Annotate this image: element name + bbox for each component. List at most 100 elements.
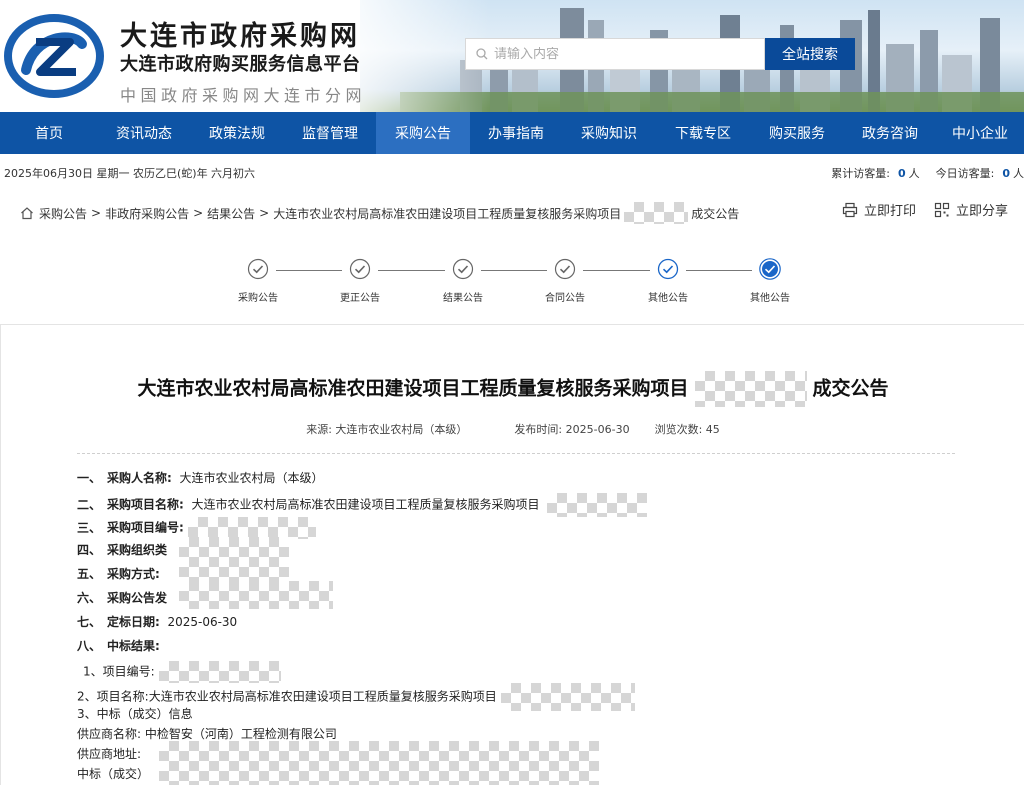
nav-item-8[interactable]: 购买服务: [750, 112, 844, 154]
views-value: 45: [705, 423, 720, 436]
breadcrumb-separator: >: [91, 206, 102, 220]
site-logo-icon: [4, 14, 104, 98]
step-current-check-icon: [759, 258, 781, 280]
today-visitors-unit: 人: [1013, 167, 1024, 180]
step-check-icon: [349, 258, 371, 280]
notice-progress-steps: 采购公告 更正公告 结果公告 合同公告 其他公告 其他公告: [0, 258, 1024, 314]
redacted-block: [158, 661, 281, 683]
date-bar: 2025年06月30日 星期一 农历乙巳(蛇)年 六月初六 累计访客量: 0 人今日…: [0, 162, 1024, 182]
step-check-icon: [554, 258, 576, 280]
breadcrumb-item-non-gov-notice[interactable]: 非政府采购公告: [105, 205, 189, 222]
nav-item-4[interactable]: 采购公告: [376, 112, 470, 154]
today-visitors-value: 0: [1002, 167, 1010, 180]
nav-item-10[interactable]: 中小企业: [936, 112, 1024, 154]
redacted-block: [624, 202, 689, 224]
section-project-code: 三、 采购项目编号:: [77, 517, 316, 539]
result-supplier-name: 供应商名称: 中检智安（河南）工程检测有限公司: [77, 727, 337, 741]
breadcrumb-bar: 采购公告 > 非政府采购公告 > 结果公告 > 大连市农业农村局高标准农田建设项…: [0, 198, 1024, 224]
step-label: 其他公告: [750, 293, 790, 304]
views-label: 浏览次数:: [654, 423, 703, 436]
visitor-counter: 累计访客量: 0 人今日访客量: 0 人: [831, 165, 1024, 181]
section-project-name: 二、 采购项目名称: 大连市农业农村局高标准农田建设项目工程质量复核服务采购项目: [77, 493, 648, 517]
breadcrumb: 采购公告 > 非政府采购公告 > 结果公告 > 大连市农业农村局高标准农田建设项…: [20, 202, 739, 224]
today-visitors-label: 今日访客量:: [935, 167, 995, 180]
nav-item-1[interactable]: 资讯动态: [98, 112, 190, 154]
result-project-code: 1、项目编号:: [83, 661, 281, 683]
nav-item-9[interactable]: 政务咨询: [844, 112, 936, 154]
breadcrumb-separator: >: [193, 206, 204, 220]
step-0[interactable]: 采购公告: [228, 258, 288, 304]
total-visitors-unit: 人: [908, 167, 920, 180]
step-label: 其他公告: [648, 293, 688, 304]
search-box: [465, 38, 765, 70]
main-nav: 首页 资讯动态 政策法规 监督管理 采购公告 办事指南 采购知识 下载专区 购买服务 政务咨询 中小…: [0, 112, 1024, 154]
redacted-block: [694, 371, 807, 407]
breadcrumb-current-prefix: 大连市农业农村局高标准农田建设项目工程质量复核服务采购项目: [273, 206, 622, 221]
step-3[interactable]: 合同公告: [535, 258, 595, 304]
search-input[interactable]: [494, 46, 754, 62]
article-divider: [77, 453, 955, 454]
share-label: 立即分享: [955, 204, 1008, 219]
step-label: 采购公告: [238, 293, 278, 304]
nav-item-0[interactable]: 首页: [0, 112, 98, 154]
step-check-icon: [657, 258, 679, 280]
section-award-result: 八、 中标结果:: [77, 639, 160, 653]
share-button[interactable]: 立即分享: [934, 200, 1008, 219]
section-award-date: 七、 定标日期: 2025-06-30: [77, 615, 238, 629]
current-date: 2025年06月30日 星期一 农历乙巳(蛇)年 六月初六: [4, 167, 256, 180]
publish-label: 发布时间:: [514, 423, 563, 436]
redacted-block: [159, 741, 599, 785]
step-check-icon: [452, 258, 474, 280]
print-button[interactable]: 立即打印: [842, 200, 916, 219]
nav-item-7[interactable]: 下载专区: [656, 112, 750, 154]
step-label: 合同公告: [545, 293, 585, 304]
total-visitors-value: 0: [897, 167, 906, 180]
total-visitors-label: 累计访客量:: [831, 167, 890, 180]
source-label: 来源:: [306, 423, 332, 436]
site-title: 大连市政府采购网: [120, 21, 360, 52]
section-procurement-method: 五、 采购方式:: [77, 567, 160, 581]
article-meta: 来源: 大连市农业农村局（本级） 发布时间: 2025-06-30 浏览次数: …: [1, 421, 1024, 437]
section-notice-date: 六、 采购公告发: [77, 591, 168, 605]
step-check-icon: [247, 258, 269, 280]
section-purchaser: 一、 采购人名称: 大连市农业农村局（本级）: [77, 471, 324, 485]
breadcrumb-item-purchase-notice[interactable]: 采购公告: [39, 205, 87, 222]
qrcode-icon: [934, 202, 950, 217]
step-4[interactable]: 其他公告: [638, 258, 698, 304]
result-award-info: 3、中标（成交）信息: [77, 707, 193, 721]
redacted-block: [500, 683, 635, 711]
step-2[interactable]: 结果公告: [433, 258, 493, 304]
article-title: 大连市农业农村局高标准农田建设项目工程质量复核服务采购项目 成交公告: [1, 371, 1024, 407]
article-title-prefix: 大连市农业农村局高标准农田建设项目工程质量复核服务采购项目: [137, 377, 689, 400]
nav-item-6[interactable]: 采购知识: [562, 112, 656, 154]
article-title-suffix: 成交公告: [812, 377, 889, 400]
nav-item-5[interactable]: 办事指南: [470, 112, 562, 154]
publish-value: 2025-06-30: [565, 423, 630, 436]
article: 大连市农业农村局高标准农田建设项目工程质量复核服务采购项目 成交公告 来源: 大连…: [0, 324, 1024, 785]
redacted-block: [187, 517, 316, 539]
step-label: 结果公告: [443, 293, 483, 304]
redacted-block: [547, 493, 648, 517]
printer-icon: [842, 202, 858, 217]
step-1[interactable]: 更正公告: [330, 258, 390, 304]
result-award-amount: 中标（成交）: [77, 767, 150, 781]
breadcrumb-current-suffix: 成交公告: [691, 206, 740, 221]
site-subtitle-secondary: 中国政府采购网大连市分网: [120, 86, 367, 105]
print-label: 立即打印: [863, 204, 916, 219]
home-icon[interactable]: [20, 206, 34, 220]
nav-item-2[interactable]: 政策法规: [190, 112, 284, 154]
nav-item-3[interactable]: 监督管理: [284, 112, 376, 154]
source-value: 大连市农业农村局（本级）: [335, 423, 468, 436]
breadcrumb-item-result-notice[interactable]: 结果公告: [207, 205, 255, 222]
redacted-block: [179, 581, 333, 609]
result-supplier-address: 供应商地址:: [77, 747, 142, 761]
breadcrumb-separator: >: [259, 206, 270, 220]
section-organization-type: 四、 采购组织类: [77, 543, 168, 557]
step-5[interactable]: 其他公告: [740, 258, 800, 304]
site-subtitle: 大连市政府购买服务信息平台: [120, 54, 361, 75]
search-icon: [476, 48, 488, 60]
site-header: 大连市政府采购网 大连市政府购买服务信息平台 中国政府采购网大连市分网 全站搜索: [0, 0, 1024, 112]
search-button[interactable]: 全站搜索: [765, 38, 855, 70]
page-actions: 立即打印 立即分享: [824, 200, 1008, 219]
step-label: 更正公告: [340, 293, 380, 304]
